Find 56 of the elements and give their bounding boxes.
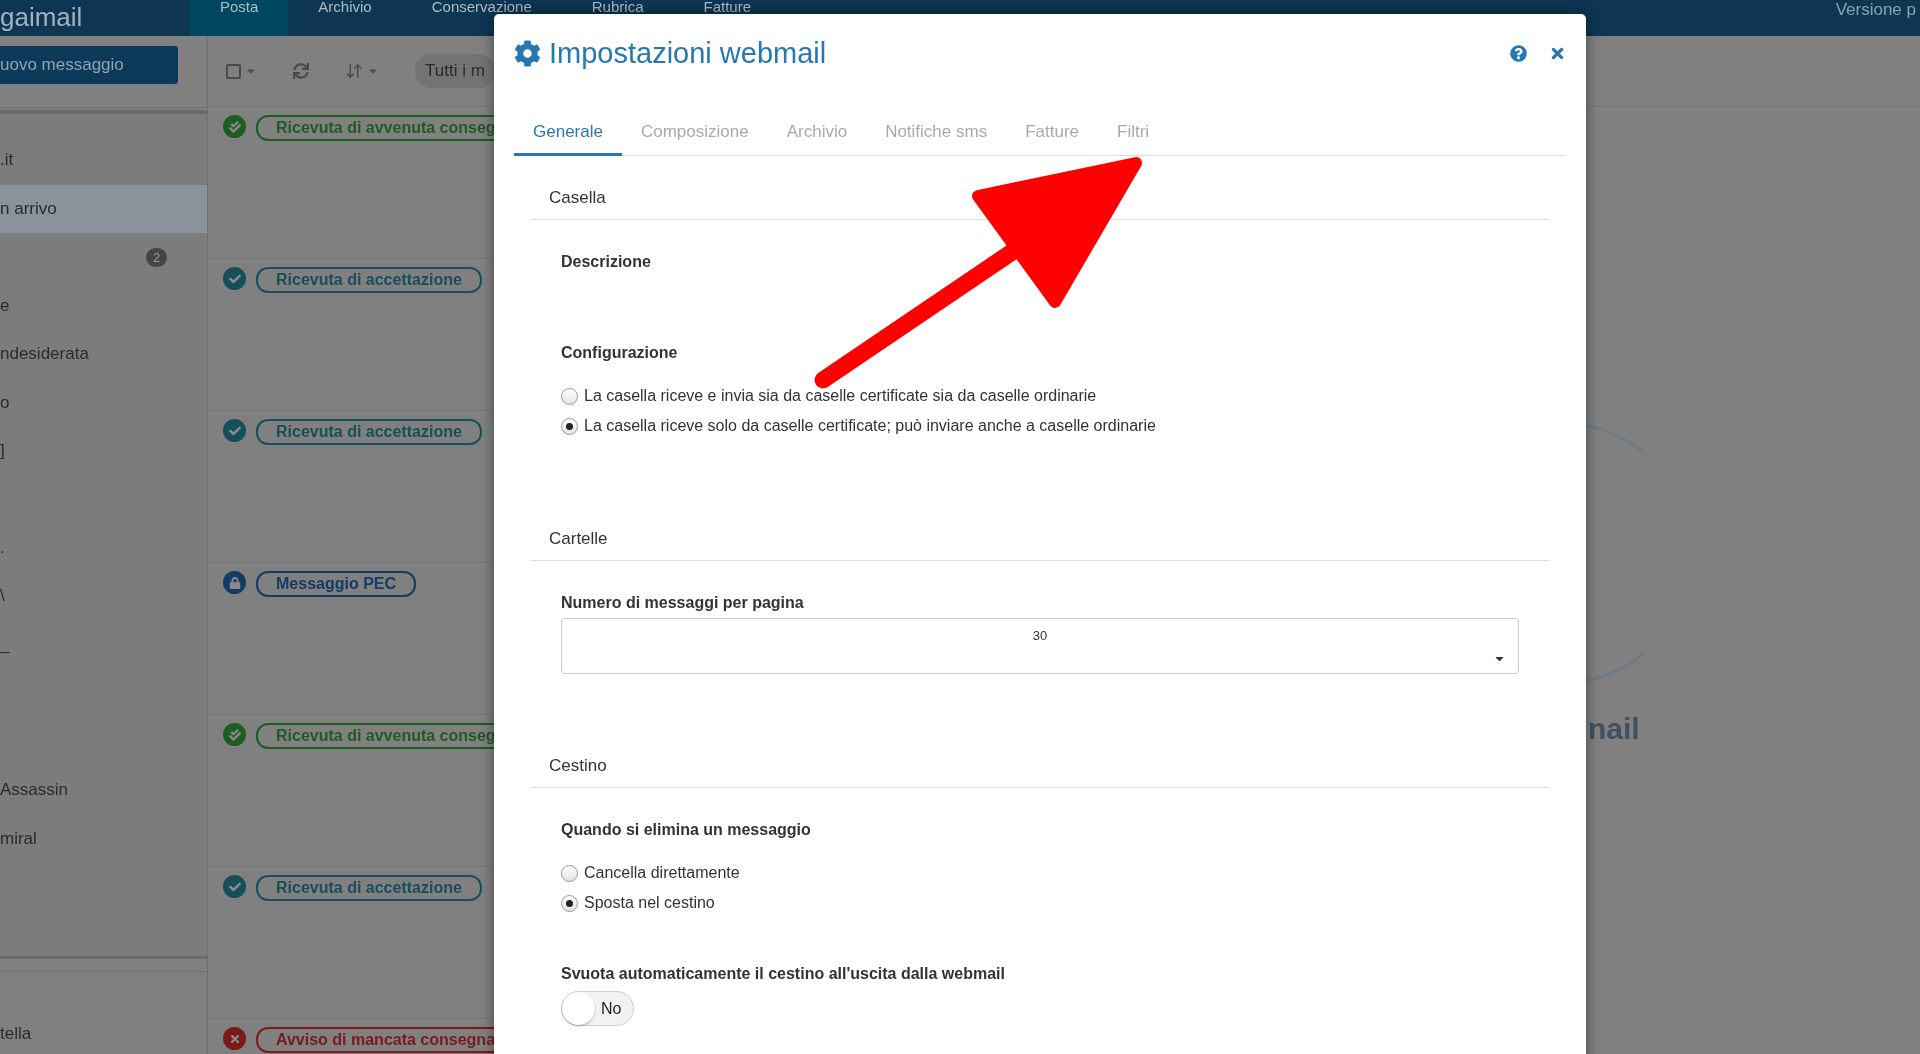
background-logo-text: nail [1588, 712, 1640, 746]
toggle-switch[interactable]: No [561, 991, 634, 1026]
settings-tab[interactable]: Notifiche sms [866, 114, 1007, 156]
sort-icon [345, 62, 363, 80]
status-tag: Ricevuta di accettazione [256, 875, 482, 901]
folder-item[interactable]: e [0, 281, 207, 330]
radio-label[interactable]: Cancella direttamente [584, 864, 740, 882]
gear-icon [514, 39, 541, 67]
filter-button[interactable]: Tutti i m [415, 54, 494, 88]
radio-button[interactable] [561, 864, 578, 882]
folder-item[interactable]: n arrivo [0, 184, 207, 233]
folder-item[interactable]: ] [0, 427, 207, 476]
folder-item[interactable]: .it [0, 136, 207, 185]
status-tag: Ricevuta di accettazione [256, 419, 482, 445]
field-label: Svuota automaticamente il cestino all'uscita dalla webmail [561, 965, 1006, 983]
count-badge: 2 [146, 247, 168, 267]
radio-button[interactable] [561, 894, 578, 912]
checkbox-icon [226, 63, 241, 79]
settings-tab[interactable]: Generale [514, 114, 622, 156]
settings-tab[interactable]: Archivio [767, 114, 867, 156]
folder-item[interactable]: . [0, 523, 207, 572]
field-label: Descrizione [561, 253, 652, 271]
folder-item[interactable]: \ [0, 572, 207, 621]
settings-tab[interactable]: Filtri [1098, 114, 1169, 156]
folder-item[interactable]: 2 [0, 233, 207, 282]
version-link[interactable]: Versione p [1835, 0, 1920, 20]
radio-label[interactable]: Sposta nel cestino [584, 894, 715, 912]
logo: gaimail [0, 1, 84, 34]
radio-label[interactable]: La casella riceve solo da caselle certificate; può inviare anche a caselle ordinarie [584, 417, 1156, 435]
folder-item[interactable]: o [0, 378, 207, 427]
dialog-title: Impostazioni webmail [549, 36, 827, 70]
folder-item[interactable]: miral [0, 814, 207, 863]
radio-button[interactable] [561, 387, 578, 405]
select-field[interactable]: 30 [561, 618, 1519, 674]
sidebar-footer[interactable]: tella [0, 971, 207, 1054]
radio-button[interactable] [561, 417, 578, 435]
status-tag: Ricevuta di accettazione [256, 267, 482, 293]
refresh-icon[interactable] [293, 63, 309, 79]
select-all-dropdown[interactable] [226, 63, 257, 79]
nav-tab[interactable]: Posta [190, 0, 289, 36]
help-icon[interactable] [1510, 44, 1527, 62]
folder-item[interactable]: ndesiderata [0, 330, 207, 379]
folder-item[interactable]: Assassin [0, 766, 207, 815]
settings-tab[interactable]: Composizione [621, 114, 768, 156]
section-title: Cestino [531, 724, 1549, 788]
field-label: Numero di messaggi per pagina [561, 594, 805, 612]
sort-dropdown[interactable] [345, 62, 379, 80]
field-label: Configurazione [561, 344, 679, 362]
radio-label[interactable]: La casella riceve e invia sia da caselle certificate sia da caselle ordinarie [584, 387, 1097, 405]
settings-tab[interactable]: Fatture [1006, 114, 1099, 156]
status-tag: Messaggio PEC [256, 571, 417, 597]
nav-tab[interactable]: Archivio [288, 0, 402, 36]
section-title: Cartelle [531, 497, 1549, 561]
folder-item[interactable]: _ [0, 620, 207, 669]
field-label: Quando si elimina un messaggio [561, 821, 812, 839]
new-message-button[interactable]: uovo messaggio [0, 46, 178, 84]
